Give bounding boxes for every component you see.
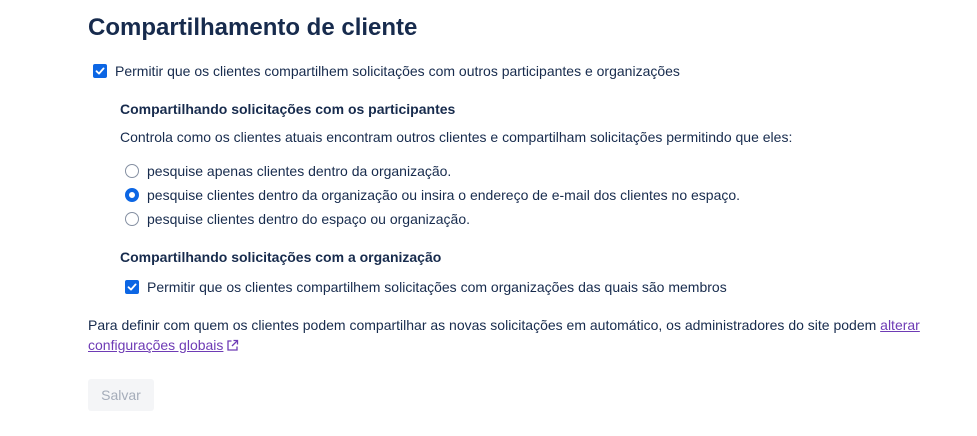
participant-search-option-space-or-org[interactable]: pesquise clientes dentro do espaço ou or… bbox=[125, 209, 470, 229]
participant-search-option-org-or-email[interactable]: pesquise clientes dentro da organização … bbox=[125, 185, 740, 205]
global-settings-note-text: Para definir com quem os clientes podem … bbox=[88, 317, 881, 333]
organization-sharing-label: Permitir que os clientes compartilhem so… bbox=[147, 279, 727, 295]
allow-sharing-option[interactable]: Permitir que os clientes compartilhem so… bbox=[93, 61, 680, 81]
organization-sharing-checkbox[interactable] bbox=[125, 280, 139, 294]
organization-section-heading: Compartilhando solicitações com a organi… bbox=[120, 249, 442, 265]
page-title: Compartilhamento de cliente bbox=[88, 14, 418, 41]
allow-sharing-label: Permitir que os clientes compartilhem so… bbox=[115, 63, 680, 79]
customer-sharing-settings: Compartilhamento de cliente Permitir que… bbox=[0, 0, 977, 436]
radio-org-only-label: pesquise apenas clientes dentro da organ… bbox=[147, 163, 452, 179]
participants-section-heading: Compartilhando solicitações com os parti… bbox=[120, 101, 456, 117]
radio-space-or-org[interactable] bbox=[125, 212, 139, 226]
radio-space-or-org-label: pesquise clientes dentro do espaço ou or… bbox=[147, 211, 470, 227]
organization-sharing-option[interactable]: Permitir que os clientes compartilhem so… bbox=[125, 277, 727, 297]
allow-sharing-checkbox[interactable] bbox=[93, 64, 107, 78]
checkmark-icon bbox=[95, 67, 105, 75]
global-settings-note: Para definir com quem os clientes podem … bbox=[88, 315, 948, 355]
radio-org-or-email-label: pesquise clientes dentro da organização … bbox=[147, 187, 741, 203]
participant-search-option-org-only[interactable]: pesquise apenas clientes dentro da organ… bbox=[125, 161, 451, 181]
external-link-icon bbox=[227, 339, 239, 351]
radio-org-or-email[interactable] bbox=[125, 188, 139, 202]
checkmark-icon bbox=[127, 283, 137, 291]
radio-org-only[interactable] bbox=[125, 164, 139, 178]
save-button[interactable]: Salvar bbox=[88, 379, 154, 411]
participants-section-description: Controla como os clientes atuais encontr… bbox=[120, 129, 793, 145]
